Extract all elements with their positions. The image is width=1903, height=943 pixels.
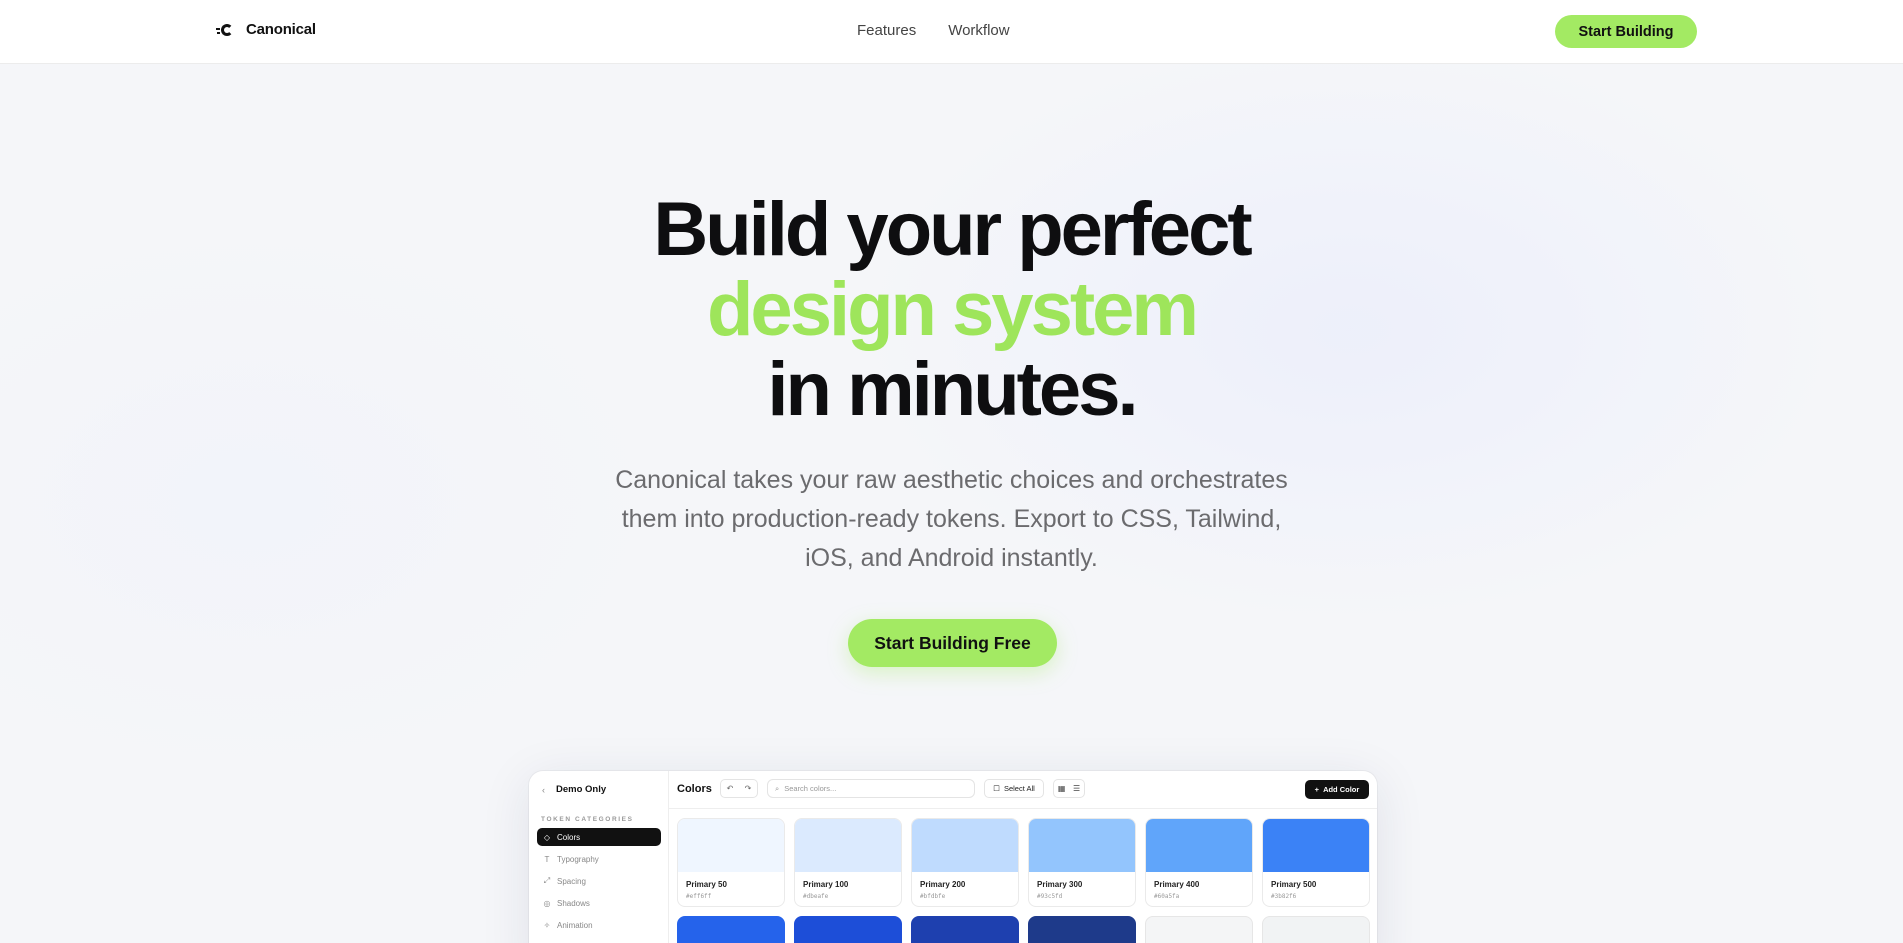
nav-link-workflow[interactable]: Workflow — [948, 22, 1009, 39]
swatch-hex: #dbeafe — [803, 893, 829, 900]
type-icon: T — [544, 854, 550, 864]
sparkle-icon: ✧ — [543, 920, 551, 930]
layers-icon: ◎ — [543, 898, 551, 908]
sidebar-item-animation[interactable]: ✧ Animation — [537, 916, 661, 934]
sidebar-item-shadows[interactable]: ◎ Shadows — [537, 894, 661, 912]
sidebar-item-typography[interactable]: T Typography — [537, 850, 661, 868]
color-swatch-fill — [795, 819, 901, 872]
start-building-free-button[interactable]: Start Building Free — [848, 619, 1057, 667]
token-categories-heading: TOKEN CATEGORIES — [541, 816, 634, 823]
add-color-label: Add Color — [1323, 785, 1360, 794]
brand-logo[interactable]: Canonical — [216, 21, 316, 38]
hero-title-line3: in minutes. — [767, 347, 1138, 432]
sidebar-item-colors[interactable]: ◇ Colors — [537, 828, 661, 846]
search-icon: ⌕ — [775, 783, 780, 793]
sidebar-item-spacing[interactable]: ⤢ Spacing — [537, 872, 661, 890]
select-all-button[interactable]: ☐ Select All — [984, 779, 1044, 798]
list-view-icon[interactable]: ☰ — [1073, 784, 1080, 793]
swatch-name: Primary 200 — [920, 880, 966, 889]
color-swatch-card[interactable]: Primary 200 #bfdbfe — [911, 818, 1019, 907]
color-swatch-card[interactable] — [1262, 916, 1370, 943]
color-swatch-fill — [1029, 819, 1135, 872]
hero-subtitle: Canonical takes your raw aesthetic choic… — [615, 466, 1288, 572]
hero-title-line1: Build your perfect — [653, 187, 1252, 272]
preview-toolbar: Colors ↶ ↷ ⌕ Search colors... ☐ Select A… — [669, 771, 1377, 809]
swatch-hex: #bfdbfe — [920, 893, 946, 900]
grid-view-icon[interactable]: ▦ — [1058, 784, 1066, 793]
color-swatch-card[interactable]: Primary 300 #93c5fd — [1028, 818, 1136, 907]
search-colors-input[interactable]: ⌕ Search colors... — [767, 779, 975, 798]
palette-icon: ◇ — [543, 832, 551, 842]
color-swatch-fill — [1146, 819, 1252, 872]
nav-links: Features Workflow — [857, 22, 1010, 39]
swatch-name: Primary 100 — [803, 880, 849, 889]
preview-main: Colors ↶ ↷ ⌕ Search colors... ☐ Select A… — [669, 771, 1377, 943]
color-swatch-card[interactable] — [911, 916, 1019, 943]
undo-icon[interactable]: ↶ — [727, 784, 734, 793]
swatch-hex: #eff6ff — [686, 893, 712, 900]
view-toggle: ▦ ☰ — [1053, 779, 1085, 798]
color-swatch-card[interactable]: Primary 50 #eff6ff — [677, 818, 785, 907]
color-swatch-fill — [912, 819, 1018, 872]
color-swatch-card[interactable]: Primary 400 #60a5fa — [1145, 818, 1253, 907]
logo-mark-icon — [216, 23, 234, 37]
swatch-hex: #93c5fd — [1037, 893, 1063, 900]
sidebar-item-label: Shadows — [557, 898, 590, 908]
color-swatch-fill — [1263, 819, 1369, 872]
back-chevron-icon[interactable]: ‹ — [542, 785, 545, 795]
demo-label: Demo Only — [556, 784, 607, 795]
swatch-name: Primary 300 — [1037, 880, 1083, 889]
spacing-icon: ⤢ — [543, 876, 551, 885]
sidebar-item-label: Colors — [557, 832, 581, 842]
sidebar-item-label: Animation — [557, 920, 593, 930]
app-preview: ‹ Demo Only TOKEN CATEGORIES ◇ Colors T … — [529, 771, 1377, 943]
color-swatch-card[interactable] — [1145, 916, 1253, 943]
sidebar-item-label: Spacing — [557, 876, 586, 886]
hero-title: Build your perfect design system in minu… — [0, 190, 1903, 430]
color-swatch-card[interactable] — [677, 916, 785, 943]
start-building-button[interactable]: Start Building — [1555, 15, 1697, 48]
redo-icon[interactable]: ↷ — [745, 784, 752, 793]
checkbox-icon: ☐ — [993, 784, 1000, 793]
swatch-name: Primary 500 — [1271, 880, 1317, 889]
sidebar-item-label: Typography — [557, 854, 599, 864]
colors-title: Colors — [677, 783, 712, 795]
brand-name: Canonical — [246, 21, 316, 38]
color-swatch-card[interactable]: Primary 500 #3b82f6 — [1262, 818, 1370, 907]
color-swatch-card[interactable] — [1028, 916, 1136, 943]
swatch-name: Primary 50 — [686, 880, 727, 889]
swatch-hex: #3b82f6 — [1271, 893, 1297, 900]
preview-sidebar: ‹ Demo Only TOKEN CATEGORIES ◇ Colors T … — [529, 771, 669, 943]
color-swatch-card[interactable] — [794, 916, 902, 943]
color-swatch-fill — [678, 819, 784, 872]
hero-title-accent: design system — [707, 267, 1199, 352]
add-color-button[interactable]: + Add Color — [1305, 780, 1369, 799]
color-swatch-card[interactable]: Primary 100 #dbeafe — [794, 818, 902, 907]
nav-link-features[interactable]: Features — [857, 22, 916, 39]
select-all-label: Select All — [1003, 784, 1035, 793]
undo-redo-group: ↶ ↷ — [720, 779, 758, 798]
swatch-hex: #60a5fa — [1154, 893, 1180, 900]
plus-icon: + — [1314, 785, 1320, 794]
swatch-name: Primary 400 — [1154, 880, 1200, 889]
search-placeholder: Search colors... — [784, 784, 837, 793]
top-nav: Canonical Features Workflow Start Buildi… — [0, 0, 1903, 64]
